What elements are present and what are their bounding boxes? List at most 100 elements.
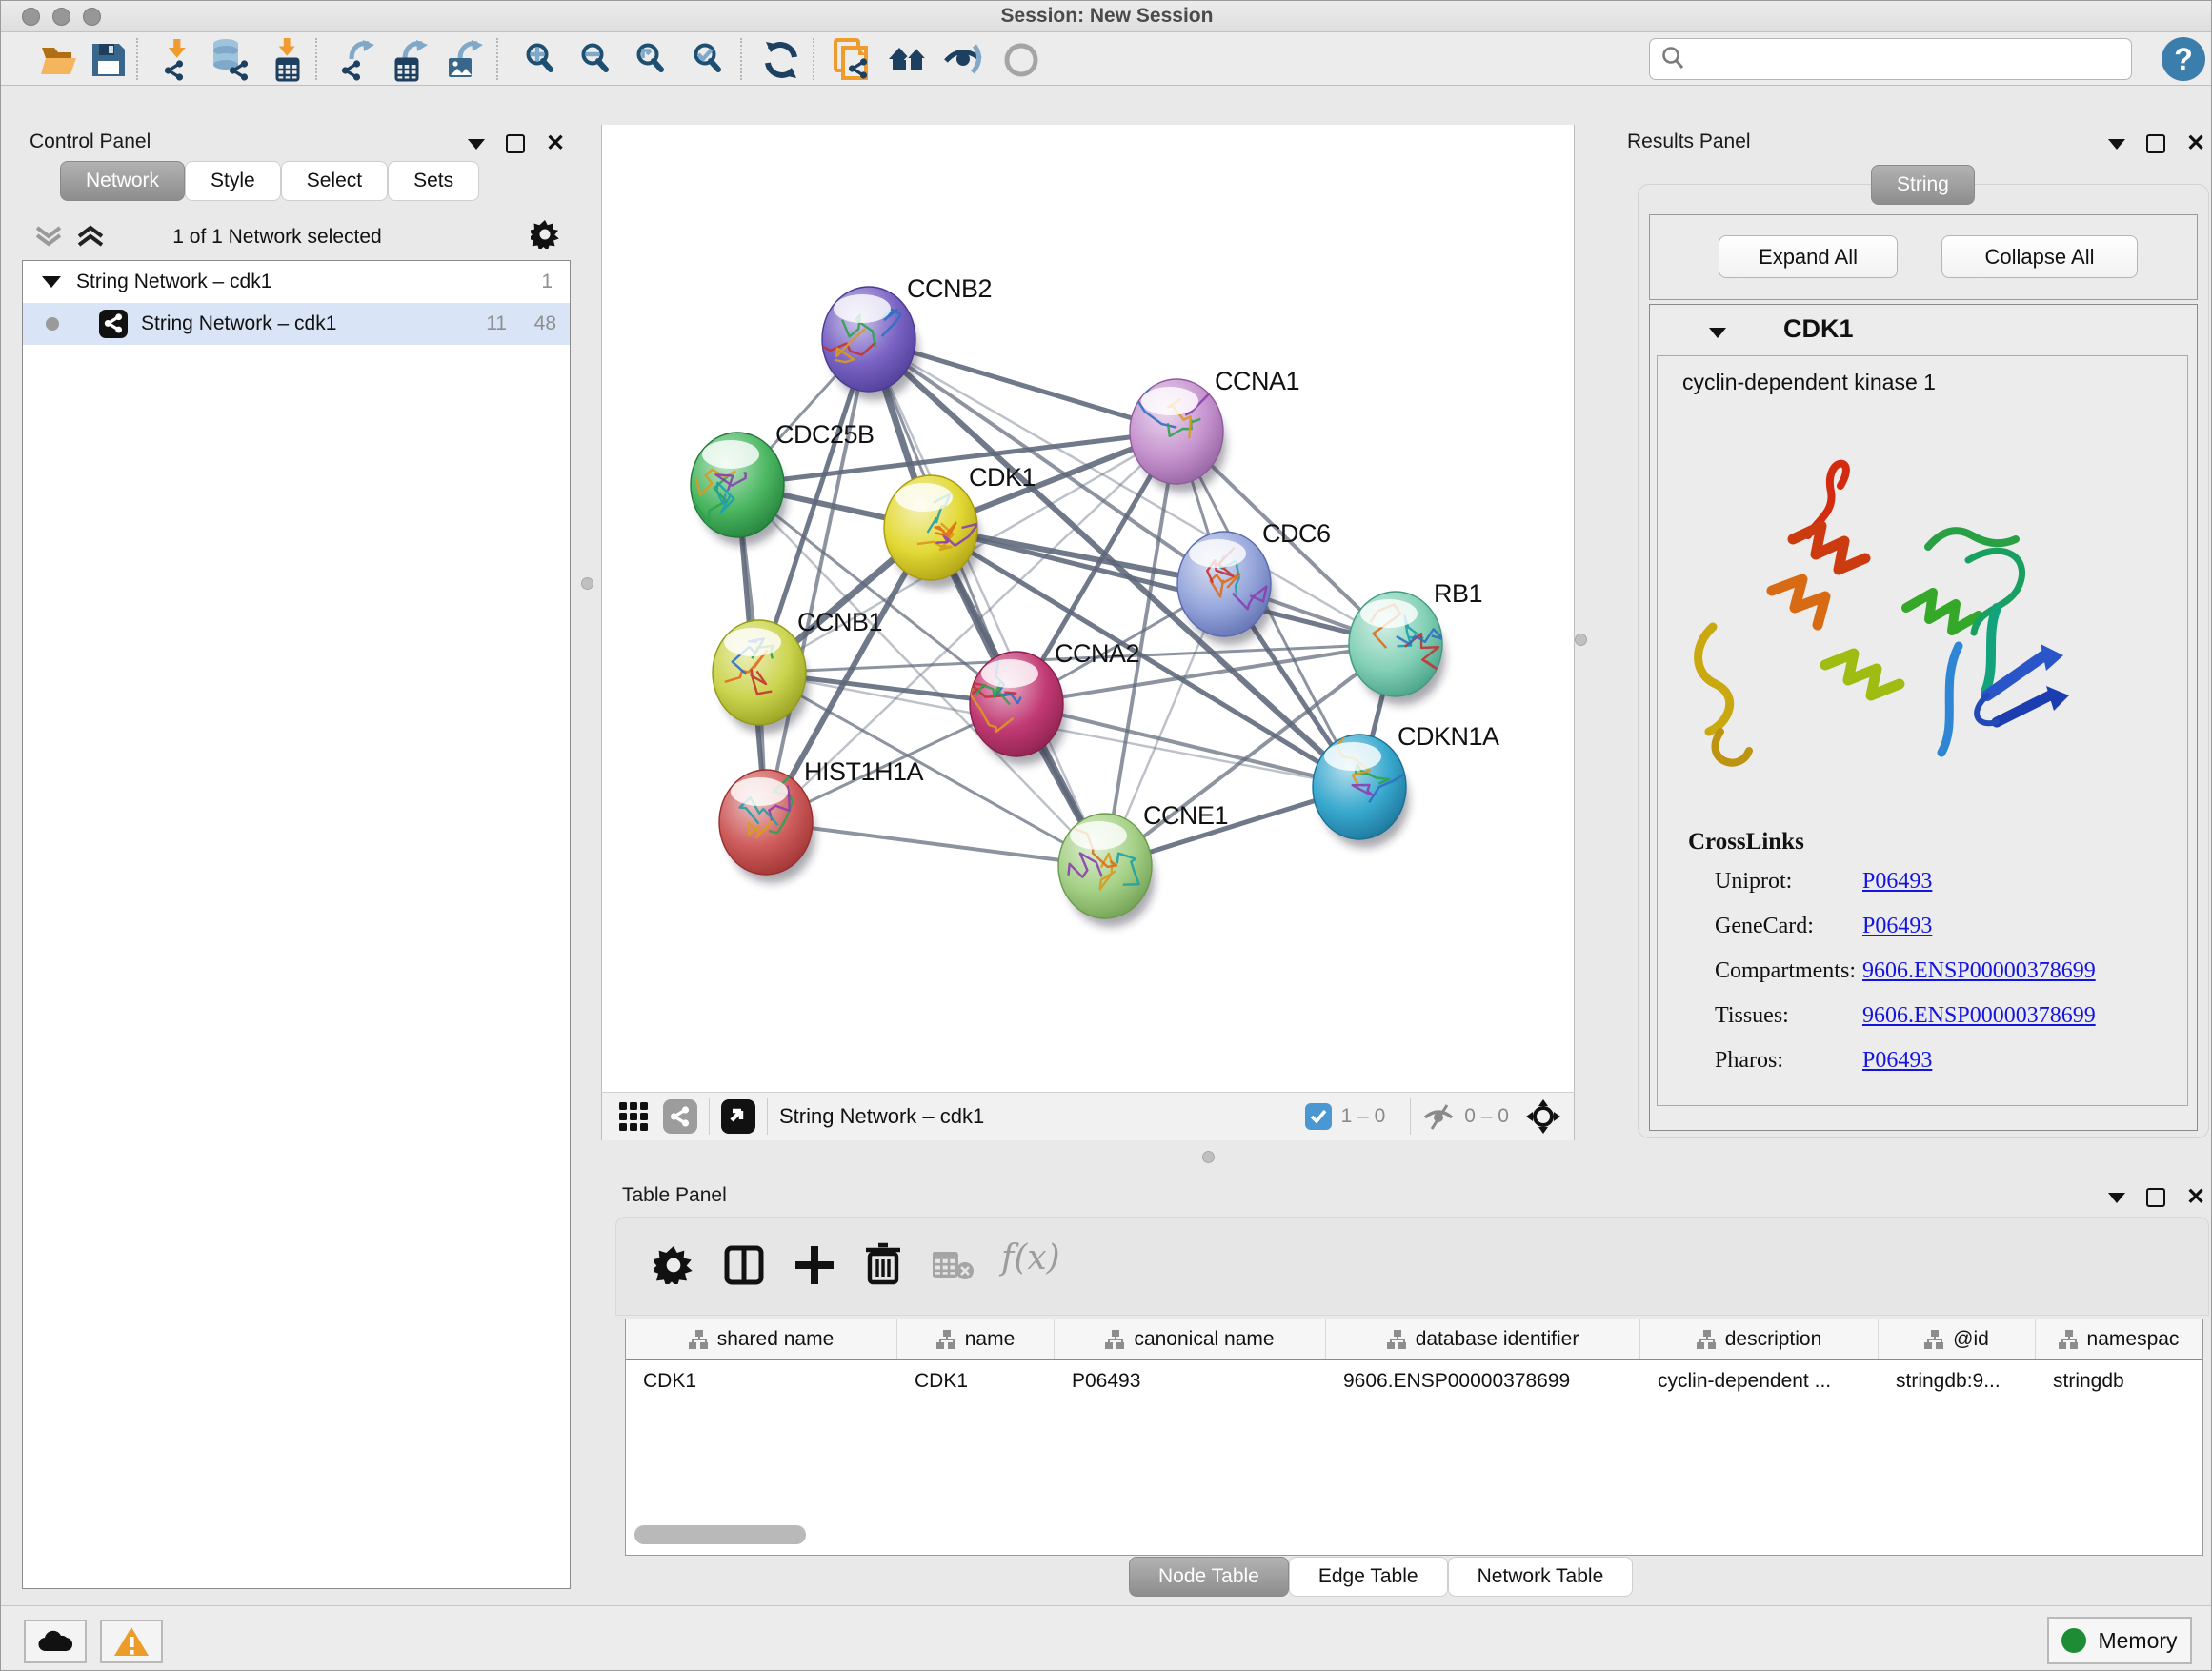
network-edge-HIST1H1A-CCNE1[interactable]: [766, 822, 1105, 866]
network-node-RB1[interactable]: [1349, 592, 1445, 705]
network-edge-CCNB2-HIST1H1A[interactable]: [766, 339, 869, 822]
column-header-description[interactable]: description: [1640, 1319, 1879, 1359]
network-node-CDC25B[interactable]: [691, 433, 787, 546]
column-header-canonical-name[interactable]: canonical name: [1055, 1319, 1326, 1359]
save-session-icon[interactable]: [87, 38, 131, 82]
zoom-in-icon[interactable]: [517, 38, 561, 82]
left-splitter-grip[interactable]: [581, 577, 593, 590]
export-table-icon[interactable]: [388, 38, 432, 82]
crosslink-value-link[interactable]: P06493: [1862, 869, 1932, 895]
table-cell[interactable]: CDK1: [897, 1360, 1055, 1402]
network-row-selected[interactable]: String Network – cdk1 11 48: [23, 303, 570, 345]
grid-view-icon[interactable]: [617, 1100, 650, 1133]
network-canvas[interactable]: CCNB2CCNA1CDC25BCDK1CDC6RB1CCNB1CCNA2CDK…: [601, 125, 1575, 1092]
crosslink-value-link[interactable]: P06493: [1862, 914, 1932, 939]
network-node-CCNA2[interactable]: [969, 652, 1066, 765]
node-table[interactable]: shared namenamecanonical namedatabase id…: [625, 1319, 2203, 1556]
show-columns-icon[interactable]: [723, 1244, 765, 1286]
panel-float-icon[interactable]: [2146, 1188, 2165, 1207]
panel-float-icon[interactable]: [2146, 134, 2165, 153]
refresh-icon[interactable]: [759, 38, 803, 82]
crosslinks-list: Uniprot:P06493 GeneCard:P06493 Compartme…: [1715, 869, 1856, 1093]
table-cell[interactable]: stringdb:9...: [1879, 1360, 2036, 1402]
table-horizontal-scrollbar[interactable]: [634, 1525, 806, 1544]
panel-float-icon[interactable]: [506, 134, 525, 153]
collection-expand-icon[interactable]: [42, 276, 61, 288]
tab-node-table[interactable]: Node Table: [1129, 1557, 1289, 1597]
table-cell[interactable]: P06493: [1055, 1360, 1326, 1402]
network-options-gear-icon[interactable]: [531, 220, 559, 249]
table-cell[interactable]: 9606.ENSP00000378699: [1326, 1360, 1640, 1402]
table-cell[interactable]: stringdb: [2036, 1360, 2202, 1402]
import-network-from-database-icon[interactable]: [209, 38, 252, 82]
column-header-name[interactable]: name: [897, 1319, 1055, 1359]
entry-collapse-icon[interactable]: [1709, 328, 1726, 338]
collapse-expand-all-icons[interactable]: [33, 222, 110, 254]
network-collection-row[interactable]: String Network – cdk1 1: [23, 261, 570, 303]
column-header--id[interactable]: @id: [1879, 1319, 2036, 1359]
tab-string[interactable]: String: [1871, 165, 1975, 205]
crosslink-value-link[interactable]: 9606.ENSP00000378699: [1862, 958, 2096, 984]
panel-menu-icon[interactable]: [2108, 139, 2125, 150]
panel-close-icon[interactable]: ✕: [546, 136, 565, 151]
panel-menu-icon[interactable]: [468, 139, 485, 150]
crosslink-label: Uniprot:: [1715, 869, 1792, 894]
delete-column-icon[interactable]: [862, 1242, 904, 1286]
expand-all-button[interactable]: Expand All: [1719, 235, 1898, 278]
search-input[interactable]: [1694, 48, 2131, 71]
table-options-gear-icon[interactable]: [654, 1246, 693, 1284]
column-header-namespac[interactable]: namespac: [2036, 1319, 2202, 1359]
birds-eye-view-icon[interactable]: [721, 1099, 755, 1134]
column-header-shared-name[interactable]: shared name: [626, 1319, 897, 1359]
table-cell[interactable]: CDK1: [626, 1360, 897, 1402]
tab-network[interactable]: Network: [60, 161, 185, 201]
warnings-button[interactable]: [100, 1620, 163, 1663]
crosslink-value-link[interactable]: 9606.ENSP00000378699: [1862, 1003, 2096, 1029]
collapse-all-button[interactable]: Collapse All: [1941, 235, 2138, 278]
clone-network-icon[interactable]: [832, 38, 875, 82]
vertical-splitter-grip[interactable]: [1575, 634, 1587, 646]
cloud-status-button[interactable]: [24, 1620, 87, 1663]
tab-style[interactable]: Style: [185, 161, 281, 201]
help-button[interactable]: ?: [2162, 37, 2205, 81]
import-table-icon[interactable]: [266, 38, 310, 82]
network-edge-CCNB2-CCNE1[interactable]: [869, 339, 1105, 866]
network-graph[interactable]: CCNB2CCNA1CDC25BCDK1CDC6RB1CCNB1CCNA2CDK…: [602, 125, 1576, 1092]
panel-menu-icon[interactable]: [2108, 1193, 2125, 1203]
network-node-HIST1H1A[interactable]: [719, 770, 815, 883]
selected-nodes-checkbox-icon[interactable]: [1305, 1103, 1332, 1130]
export-network-icon[interactable]: [334, 38, 378, 82]
memory-status-dot: [2061, 1628, 2086, 1653]
column-header-database-identifier[interactable]: database identifier: [1326, 1319, 1640, 1359]
tab-select[interactable]: Select: [281, 161, 388, 201]
home-icon[interactable]: [887, 38, 931, 82]
memory-button[interactable]: Memory: [2047, 1617, 2192, 1664]
network-edge-CCNA2-CDKN1A[interactable]: [1016, 704, 1359, 787]
panel-close-icon[interactable]: ✕: [2186, 136, 2205, 151]
show-details-icon: [999, 38, 1043, 82]
tab-network-table[interactable]: Network Table: [1448, 1557, 1634, 1597]
network-view-share-icon[interactable]: [663, 1099, 697, 1134]
zoom-selected-icon[interactable]: [685, 38, 729, 82]
panel-close-icon[interactable]: ✕: [2186, 1190, 2205, 1205]
export-image-icon[interactable]: [443, 38, 487, 82]
zoom-out-icon[interactable]: [573, 38, 616, 82]
hide-details-icon[interactable]: [942, 38, 986, 82]
fit-selected-crosshair-icon[interactable]: [1524, 1097, 1562, 1136]
tab-sets[interactable]: Sets: [388, 161, 479, 201]
zoom-fit-icon[interactable]: [628, 38, 672, 82]
table-cell[interactable]: cyclin-dependent ...: [1640, 1360, 1879, 1402]
horizontal-splitter-grip[interactable]: [1202, 1151, 1215, 1163]
search-box[interactable]: [1649, 38, 2132, 80]
network-node-CCNE1[interactable]: [1058, 814, 1155, 927]
crosslink-value-link[interactable]: P06493: [1862, 1048, 1932, 1074]
hidden-items-eye-icon[interactable]: [1422, 1102, 1455, 1131]
tab-edge-table[interactable]: Edge Table: [1289, 1557, 1448, 1597]
add-column-icon[interactable]: [794, 1244, 835, 1286]
table-row[interactable]: CDK1CDK1P064939606.ENSP00000378699cyclin…: [626, 1360, 2202, 1402]
open-file-icon[interactable]: [38, 38, 82, 82]
network-node-CDK1[interactable]: [884, 475, 980, 589]
network-node-CCNB1[interactable]: [713, 620, 809, 734]
network-node-CDC6[interactable]: [1177, 532, 1274, 645]
import-network-icon[interactable]: [155, 38, 199, 82]
